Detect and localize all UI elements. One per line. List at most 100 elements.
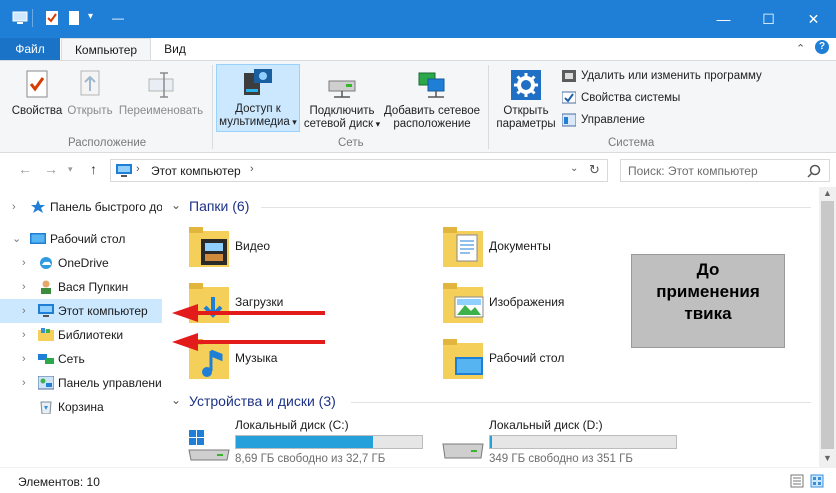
map-network-drive-button[interactable]: Подключить сетевой диск ▾	[302, 69, 382, 131]
checklist-icon	[26, 70, 48, 98]
scroll-up-icon[interactable]: ▲	[823, 188, 832, 198]
downloads-folder-icon	[189, 283, 229, 323]
chevron-right-icon[interactable]: ›	[22, 251, 26, 275]
search-icon	[807, 164, 821, 178]
media-access-button[interactable]: Доступ к мультимедиа ▾	[216, 64, 300, 132]
system-properties-icon	[562, 91, 576, 104]
nav-item-libraries[interactable]: › Библиотеки	[0, 323, 162, 347]
search-input[interactable]: Поиск: Этот компьютер	[620, 159, 830, 182]
nav-item-label: Панель быстрого дос	[50, 200, 162, 214]
add-location-label-1: Добавить сетевое	[383, 105, 481, 117]
nav-item-this-pc[interactable]: › Этот компьютер	[0, 299, 162, 323]
folder-item-downloads[interactable]: Загрузки	[187, 281, 367, 331]
navigation-pane: › Панель быстрого дос ⌄ Рабочий стол › O…	[0, 187, 162, 467]
close-button[interactable]: ✕	[791, 0, 836, 38]
title-bar: ▾ — — ☐ ✕	[0, 0, 836, 38]
nav-item-label: Этот компьютер	[58, 304, 148, 318]
chevron-down-icon[interactable]: ⌄	[171, 393, 181, 407]
folder-label: Рабочий стол	[489, 351, 565, 365]
nav-item-desktop[interactable]: ⌄ Рабочий стол	[0, 227, 162, 251]
nav-item-quick-access[interactable]: › Панель быстрого дос	[0, 195, 162, 219]
annotation-line-2: применения	[656, 282, 760, 301]
tab-view[interactable]: Вид	[155, 38, 195, 60]
desktop-icon	[30, 233, 46, 244]
refresh-icon[interactable]: ↻	[589, 162, 600, 178]
add-network-location-button[interactable]: Добавить сетевое расположение	[382, 69, 482, 131]
ribbon-tabs: Файл Компьютер Вид ⌃ ?	[0, 38, 836, 60]
network-drive-icon	[328, 80, 356, 98]
disk-name: Локальный диск (C:)	[235, 418, 349, 432]
chevron-right-icon[interactable]: ›	[22, 275, 26, 299]
breadcrumb-this-pc[interactable]: Этот компьютер	[151, 164, 241, 178]
folder-label: Документы	[489, 239, 551, 253]
desktop-folder-icon	[443, 339, 483, 379]
breadcrumb-chevron-icon[interactable]: ›	[250, 163, 254, 175]
rename-label: Переименовать	[118, 105, 204, 117]
chevron-down-icon[interactable]: ⌄	[12, 227, 21, 251]
chevron-right-icon[interactable]: ›	[22, 299, 26, 323]
control-panel-icon	[38, 376, 54, 390]
nav-item-label: Библиотеки	[58, 328, 124, 342]
address-dropdown-icon[interactable]: ⌄	[570, 163, 578, 174]
address-bar[interactable]: › Этот компьютер › ⌄ ↻	[110, 159, 608, 182]
recent-locations-icon[interactable]: ▾	[68, 164, 73, 175]
nav-item-user[interactable]: › Вася Пупкин	[0, 275, 162, 299]
chevron-right-icon[interactable]: ›	[22, 347, 26, 371]
separator	[32, 9, 33, 27]
status-bar: Элементов: 10	[0, 467, 836, 493]
folder-item-videos[interactable]: Видео	[187, 225, 367, 275]
disk-item-c[interactable]: Локальный диск (C:) 8,69 ГБ свободно из …	[187, 418, 447, 474]
items-count: Элементов: 10	[18, 475, 100, 489]
ribbon-collapse-icon[interactable]: ⌃	[796, 42, 805, 55]
properties-quick-icon[interactable]	[44, 10, 60, 26]
nav-item-recycle-bin[interactable]: Корзина	[0, 395, 162, 419]
folder-item-desktop[interactable]: Рабочий стол	[441, 337, 621, 387]
devices-section-title: Устройства и диски (3)	[189, 393, 336, 409]
help-icon[interactable]: ?	[815, 40, 829, 54]
minimize-button[interactable]: —	[701, 0, 746, 38]
nav-item-control-panel[interactable]: › Панель управлени	[0, 371, 162, 395]
chevron-right-icon[interactable]: ›	[22, 371, 26, 395]
folders-section-title: Папки (6)	[189, 198, 250, 214]
media-server-icon	[244, 69, 272, 95]
folder-label: Музыка	[235, 351, 278, 365]
breadcrumb-chevron-icon[interactable]: ›	[136, 163, 140, 175]
back-arrow-icon[interactable]: ←	[18, 161, 32, 177]
tab-file[interactable]: Файл	[0, 38, 60, 60]
manage-button[interactable]: Управление	[562, 112, 772, 130]
tiles-view-icon[interactable]	[810, 474, 824, 488]
scroll-down-icon[interactable]: ▼	[823, 453, 832, 463]
tab-computer[interactable]: Компьютер	[61, 38, 151, 60]
disk-item-d[interactable]: Локальный диск (D:) 349 ГБ свободно из 3…	[441, 418, 701, 474]
forward-arrow-icon[interactable]: →	[44, 161, 58, 177]
location-group-label: Расположение	[68, 137, 147, 149]
quick-access-dropdown-icon[interactable]: ▾	[88, 11, 93, 22]
properties-button[interactable]: Свойства	[10, 69, 64, 118]
up-arrow-icon[interactable]: ↑	[90, 161, 97, 177]
chevron-right-icon[interactable]: ›	[22, 323, 26, 347]
computer-icon	[116, 164, 132, 177]
scrollbar-thumb[interactable]	[821, 201, 834, 449]
properties-label: Свойства	[11, 105, 63, 117]
folder-item-pictures[interactable]: Изображения	[441, 281, 621, 331]
uninstall-program-button[interactable]: Удалить или изменить программу	[562, 68, 772, 86]
devices-section-header[interactable]: ⌄ Устройства и диски (3)	[171, 393, 371, 411]
disk-name: Локальный диск (D:)	[489, 418, 603, 432]
nav-item-network[interactable]: › Сеть	[0, 347, 162, 371]
chevron-right-icon[interactable]: ›	[12, 195, 16, 219]
maximize-button[interactable]: ☐	[746, 0, 791, 38]
open-button[interactable]: Открыть	[64, 69, 116, 118]
rename-icon	[148, 72, 174, 98]
new-folder-quick-icon[interactable]	[66, 10, 82, 26]
uninstall-icon	[562, 70, 576, 82]
nav-item-onedrive[interactable]: › OneDrive	[0, 251, 162, 275]
chevron-down-icon[interactable]: ⌄	[171, 198, 181, 212]
details-view-icon[interactable]	[790, 474, 804, 488]
folder-item-music[interactable]: Музыка	[187, 337, 367, 387]
rename-button[interactable]: Переименовать	[116, 69, 206, 118]
open-settings-button[interactable]: Открыть параметры	[494, 69, 558, 131]
system-properties-button[interactable]: Свойства системы	[562, 90, 772, 108]
folder-item-documents[interactable]: Документы	[441, 225, 621, 275]
annotation-line-3: твика	[684, 304, 732, 323]
vertical-scrollbar[interactable]: ▲ ▼	[819, 187, 836, 467]
